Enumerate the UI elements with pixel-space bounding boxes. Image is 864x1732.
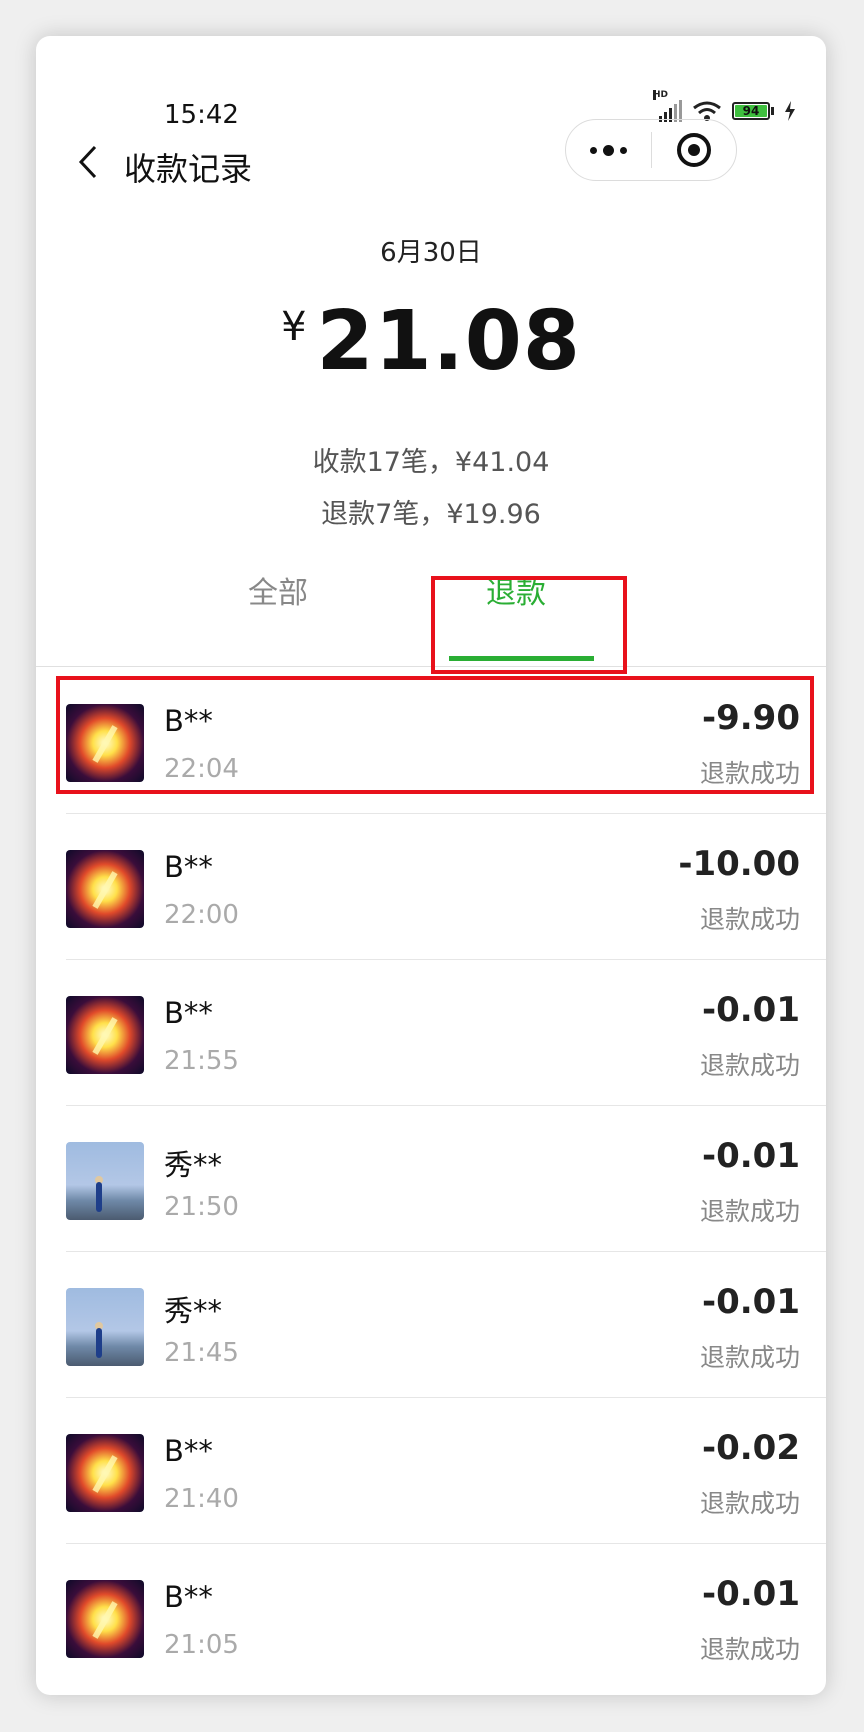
summary-total: ¥21.08 xyxy=(36,294,826,389)
more-icon xyxy=(589,144,627,156)
payer-name: B** xyxy=(164,850,213,884)
avatar xyxy=(66,850,144,928)
phone-screen: 15:42 HD 94 收款记录 6月30日 ¥21.08 收款17笔，¥41.… xyxy=(36,36,826,1695)
currency-symbol: ¥ xyxy=(281,304,307,350)
more-button[interactable] xyxy=(566,120,651,180)
record-row[interactable]: 秀** 21:45 -0.01 退款成功 xyxy=(36,1252,826,1398)
highlight-box-tab xyxy=(431,576,627,674)
mini-program-capsule xyxy=(565,119,737,181)
avatar xyxy=(66,1142,144,1220)
refund-summary: 退款7笔，¥19.96 xyxy=(321,499,541,530)
close-miniprogram-button[interactable] xyxy=(652,120,737,180)
network-label: HD xyxy=(653,90,669,100)
summary-date: 6月30日 xyxy=(380,238,482,268)
payer-name: B** xyxy=(164,1434,213,1468)
record-amount: -0.01 xyxy=(702,1574,800,1614)
page-title: 收款记录 xyxy=(124,150,253,188)
status-time: 15:42 xyxy=(164,100,239,130)
record-amount: -0.01 xyxy=(702,1282,800,1322)
record-amount: -10.00 xyxy=(678,844,800,884)
record-status: 退款成功 xyxy=(699,1343,800,1372)
record-status: 退款成功 xyxy=(699,1051,800,1080)
charging-icon xyxy=(785,101,795,121)
record-status: 退款成功 xyxy=(699,1635,800,1664)
avatar xyxy=(66,1434,144,1512)
record-row[interactable]: B** 21:40 -0.02 退款成功 xyxy=(36,1398,826,1544)
avatar xyxy=(66,1288,144,1366)
payer-name: B** xyxy=(164,996,213,1030)
record-row[interactable]: 秀** 21:50 -0.01 退款成功 xyxy=(36,1106,826,1252)
highlight-box-row xyxy=(56,676,814,794)
tab-all[interactable]: 全部 xyxy=(248,568,308,612)
avatar xyxy=(66,1580,144,1658)
record-time: 21:05 xyxy=(164,1630,239,1660)
record-row[interactable]: B** 21:55 -0.01 退款成功 xyxy=(36,960,826,1106)
record-time: 21:40 xyxy=(164,1484,239,1514)
record-row[interactable]: B** 21:05 -0.01 退款成功 xyxy=(36,1544,826,1690)
total-amount: 21.08 xyxy=(316,294,581,389)
back-icon[interactable] xyxy=(66,132,110,192)
record-amount: -0.01 xyxy=(702,1136,800,1176)
target-icon xyxy=(676,133,711,167)
record-row[interactable]: B** 22:00 -10.00 退款成功 xyxy=(36,814,826,960)
received-summary: 收款17笔，¥41.04 xyxy=(312,447,550,478)
payer-name: 秀** xyxy=(164,1148,223,1182)
payer-name: B** xyxy=(164,1580,213,1614)
record-time: 21:50 xyxy=(164,1192,239,1222)
record-time: 21:55 xyxy=(164,1046,239,1076)
record-time: 21:45 xyxy=(164,1338,239,1368)
record-status: 退款成功 xyxy=(699,1197,800,1226)
record-status: 退款成功 xyxy=(699,905,800,934)
battery-level: 94 xyxy=(735,105,767,117)
record-time: 22:00 xyxy=(164,900,239,930)
avatar xyxy=(66,996,144,1074)
record-amount: -0.02 xyxy=(702,1428,800,1468)
refund-list: B** 22:04 -9.90 退款成功 B** 22:00 -10.00 退款… xyxy=(36,668,826,1690)
battery-icon: 94 xyxy=(732,102,774,120)
record-amount: -0.01 xyxy=(702,990,800,1030)
record-status: 退款成功 xyxy=(699,1489,800,1518)
payer-name: 秀** xyxy=(164,1294,223,1328)
